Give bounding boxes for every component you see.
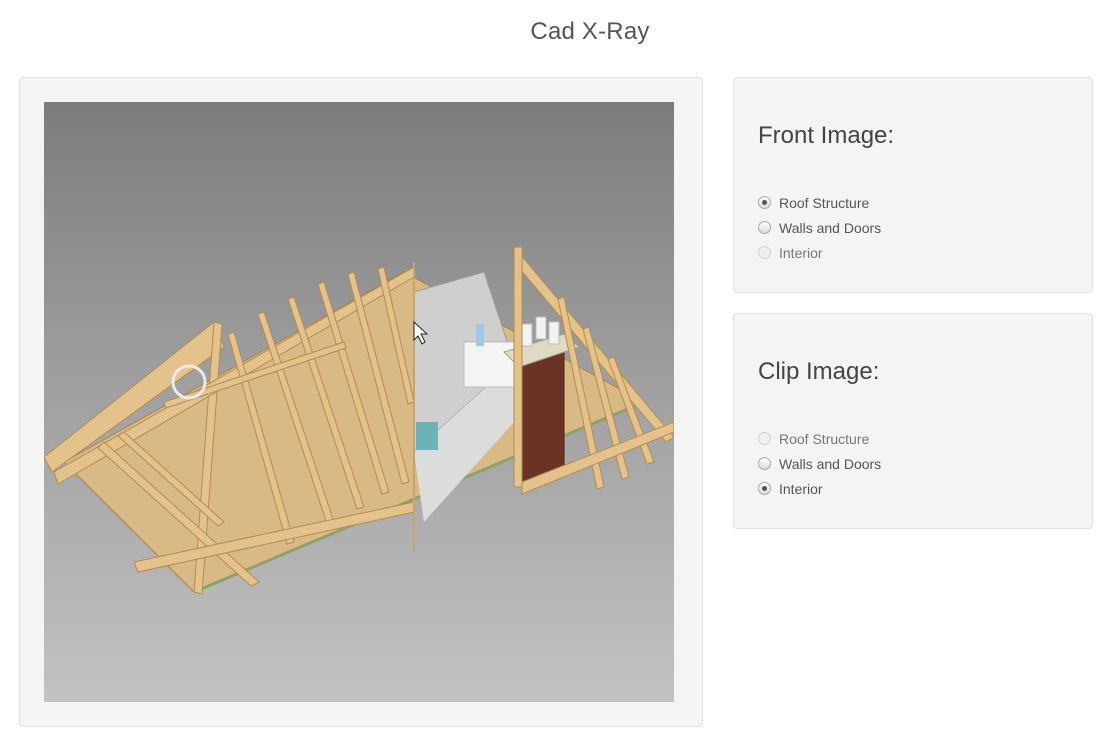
radio-button[interactable]: [758, 221, 771, 234]
front-option-roof-structure[interactable]: Roof Structure: [758, 190, 881, 215]
front-image-panel: Front Image: Roof Structure Walls and Do…: [733, 77, 1093, 293]
page-title: Cad X-Ray: [530, 18, 650, 45]
option-label: Interior: [779, 244, 823, 261]
front-image-options: Roof Structure Walls and Doors Interior: [758, 190, 881, 265]
cad-xray-viewport[interactable]: [44, 102, 674, 702]
clip-image-options: Roof Structure Walls and Doors Interior: [758, 426, 881, 501]
clip-image-heading: Clip Image:: [758, 358, 880, 385]
clip-option-roof-structure: Roof Structure: [758, 426, 881, 451]
radio-button[interactable]: [758, 457, 771, 470]
cad-model-render[interactable]: [44, 102, 674, 702]
front-option-interior: Interior: [758, 240, 881, 265]
radio-button[interactable]: [758, 482, 771, 495]
option-label: Interior: [779, 480, 823, 497]
front-image-heading: Front Image:: [758, 122, 895, 149]
option-label: Roof Structure: [779, 430, 870, 447]
option-label: Roof Structure: [779, 194, 870, 211]
front-option-walls-and-doors[interactable]: Walls and Doors: [758, 215, 881, 240]
option-label: Walls and Doors: [779, 219, 882, 236]
radio-button[interactable]: [758, 196, 771, 209]
radio-button: [758, 432, 771, 445]
interior-figure: [476, 324, 484, 346]
clip-image-panel: Clip Image: Roof Structure Walls and Doo…: [733, 313, 1093, 529]
radio-button: [758, 246, 771, 259]
option-label: Walls and Doors: [779, 455, 882, 472]
clip-option-interior[interactable]: Interior: [758, 476, 881, 501]
interior-appliance: [416, 422, 438, 450]
clip-option-walls-and-doors[interactable]: Walls and Doors: [758, 451, 881, 476]
viewer-panel: [19, 77, 703, 727]
